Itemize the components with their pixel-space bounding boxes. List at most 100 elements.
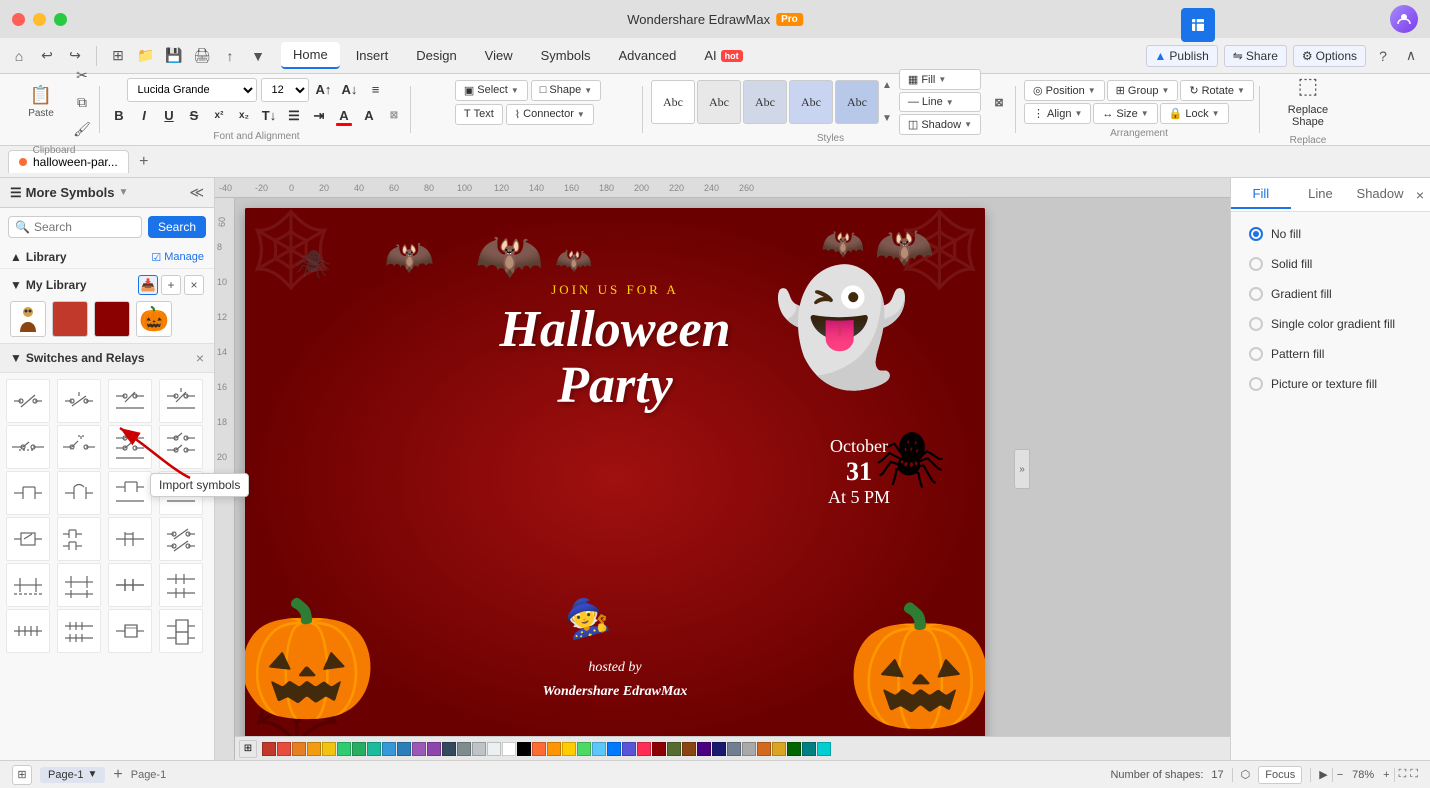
symbol-item[interactable]: [57, 471, 101, 515]
no-fill-option[interactable]: No fill: [1243, 222, 1418, 246]
symbol-item[interactable]: [57, 425, 101, 469]
bold-button[interactable]: B: [108, 105, 130, 127]
copy-button[interactable]: ⧉: [70, 90, 94, 114]
shape-button[interactable]: □ Shape ▼: [531, 80, 601, 101]
tab-ai[interactable]: AI hot: [692, 43, 754, 68]
library-item-red-rect[interactable]: [52, 301, 88, 337]
shadow-button[interactable]: ◫ Shadow ▼: [899, 114, 981, 135]
symbol-item[interactable]: [108, 609, 152, 653]
fill-tab[interactable]: Fill: [1231, 180, 1291, 209]
color-swatch[interactable]: [487, 742, 501, 756]
minimize-button[interactable]: [33, 13, 46, 26]
tab-advanced[interactable]: Advanced: [606, 43, 688, 68]
styles-scroll-up[interactable]: ▲: [882, 80, 892, 91]
gradient-fill-radio[interactable]: [1249, 287, 1263, 301]
align-btn-toolbar[interactable]: ≡: [365, 79, 387, 101]
color-swatch[interactable]: [412, 742, 426, 756]
library-label[interactable]: ▲ Library: [10, 250, 67, 264]
symbol-item[interactable]: [57, 379, 101, 423]
symbol-item[interactable]: [159, 379, 203, 423]
close-button[interactable]: [12, 13, 25, 26]
text-direction-button[interactable]: T↓: [258, 105, 280, 127]
color-swatch[interactable]: [637, 742, 651, 756]
current-page-tab[interactable]: Page-1 ▼: [40, 767, 105, 783]
color-swatch[interactable]: [307, 742, 321, 756]
picture-fill-radio[interactable]: [1249, 377, 1263, 391]
search-input[interactable]: [34, 220, 135, 234]
new-icon[interactable]: ⊞: [107, 45, 129, 67]
color-swatch[interactable]: [427, 742, 441, 756]
color-swatch[interactable]: [592, 742, 606, 756]
style-swatch-3[interactable]: Abc: [743, 80, 787, 124]
solid-fill-option[interactable]: Solid fill: [1243, 252, 1418, 276]
color-swatch[interactable]: [367, 742, 381, 756]
list-button[interactable]: ☰: [283, 105, 305, 127]
color-swatch[interactable]: [547, 742, 561, 756]
publish-button[interactable]: ▲ Publish: [1146, 45, 1218, 67]
solid-fill-radio[interactable]: [1249, 257, 1263, 271]
tab-symbols[interactable]: Symbols: [529, 43, 603, 68]
focus-label[interactable]: Focus: [1258, 766, 1302, 784]
symbol-item[interactable]: [6, 563, 50, 607]
close-library-button[interactable]: ×: [184, 275, 204, 295]
color-swatch[interactable]: [682, 742, 696, 756]
symbol-item[interactable]: [159, 425, 203, 469]
highlight-button[interactable]: A: [358, 105, 380, 127]
color-swatch[interactable]: [352, 742, 366, 756]
more-icon[interactable]: ▼: [247, 45, 269, 67]
library-item-person[interactable]: [10, 301, 46, 337]
line-tab[interactable]: Line: [1291, 180, 1351, 209]
search-button[interactable]: Search: [148, 216, 206, 238]
export-icon[interactable]: ↑: [219, 45, 241, 67]
color-swatch[interactable]: [712, 742, 726, 756]
play-button[interactable]: ▶: [1319, 768, 1327, 781]
add-document-button[interactable]: +: [133, 151, 155, 173]
subscript-button[interactable]: x₂: [233, 105, 255, 127]
line-button[interactable]: — Line ▼: [899, 92, 981, 112]
paste-button[interactable]: 📋 Paste: [14, 81, 68, 123]
cut-button[interactable]: ✂: [70, 63, 94, 87]
single-color-gradient-option[interactable]: Single color gradient fill: [1243, 312, 1418, 336]
symbol-item[interactable]: [159, 609, 203, 653]
color-swatch[interactable]: [517, 742, 531, 756]
superscript-button[interactable]: x²: [208, 105, 230, 127]
color-swatch[interactable]: [337, 742, 351, 756]
symbol-item[interactable]: [108, 379, 152, 423]
tab-view[interactable]: View: [473, 43, 525, 68]
picture-fill-option[interactable]: Picture or texture fill: [1243, 372, 1418, 396]
color-swatch[interactable]: [667, 742, 681, 756]
color-swatch[interactable]: [562, 742, 576, 756]
symbol-item[interactable]: [108, 471, 152, 515]
increase-font-btn[interactable]: A↑: [313, 79, 335, 101]
connector-button[interactable]: ⌇ Connector ▼: [506, 104, 594, 125]
add-page-button[interactable]: +: [113, 767, 122, 783]
expand-styles-icon[interactable]: ⊠: [988, 91, 1010, 113]
decrease-font-btn[interactable]: A↓: [339, 79, 361, 101]
color-swatch[interactable]: [292, 742, 306, 756]
italic-button[interactable]: I: [133, 105, 155, 127]
zoom-in-button[interactable]: +: [1383, 769, 1389, 781]
import-symbols-button[interactable]: 📥: [138, 275, 158, 295]
open-icon[interactable]: 📁: [135, 45, 157, 67]
font-color-button[interactable]: A: [333, 105, 355, 127]
expand-font-button[interactable]: ⊠: [383, 105, 405, 127]
fill-button[interactable]: ▦ Fill ▼: [899, 69, 981, 90]
underline-button[interactable]: U: [158, 105, 180, 127]
tab-design[interactable]: Design: [404, 43, 468, 68]
print-icon[interactable]: 🖨: [191, 45, 213, 67]
symbol-item[interactable]: [6, 379, 50, 423]
fit-page-button[interactable]: ⛶: [1399, 768, 1407, 781]
fill-active-indicator[interactable]: [1181, 8, 1215, 42]
save-icon[interactable]: 💾: [163, 45, 185, 67]
color-picker-icon[interactable]: ⊞: [239, 740, 257, 758]
shadow-tab[interactable]: Shadow: [1350, 180, 1410, 209]
symbol-item[interactable]: [6, 517, 50, 561]
options-button[interactable]: ⚙ Options: [1293, 45, 1366, 67]
color-swatch[interactable]: [802, 742, 816, 756]
pattern-fill-option[interactable]: Pattern fill: [1243, 342, 1418, 366]
color-swatch[interactable]: [457, 742, 471, 756]
color-swatch[interactable]: [397, 742, 411, 756]
symbol-item[interactable]: [57, 563, 101, 607]
close-right-panel-button[interactable]: ×: [1410, 181, 1430, 209]
symbol-item[interactable]: [108, 425, 152, 469]
